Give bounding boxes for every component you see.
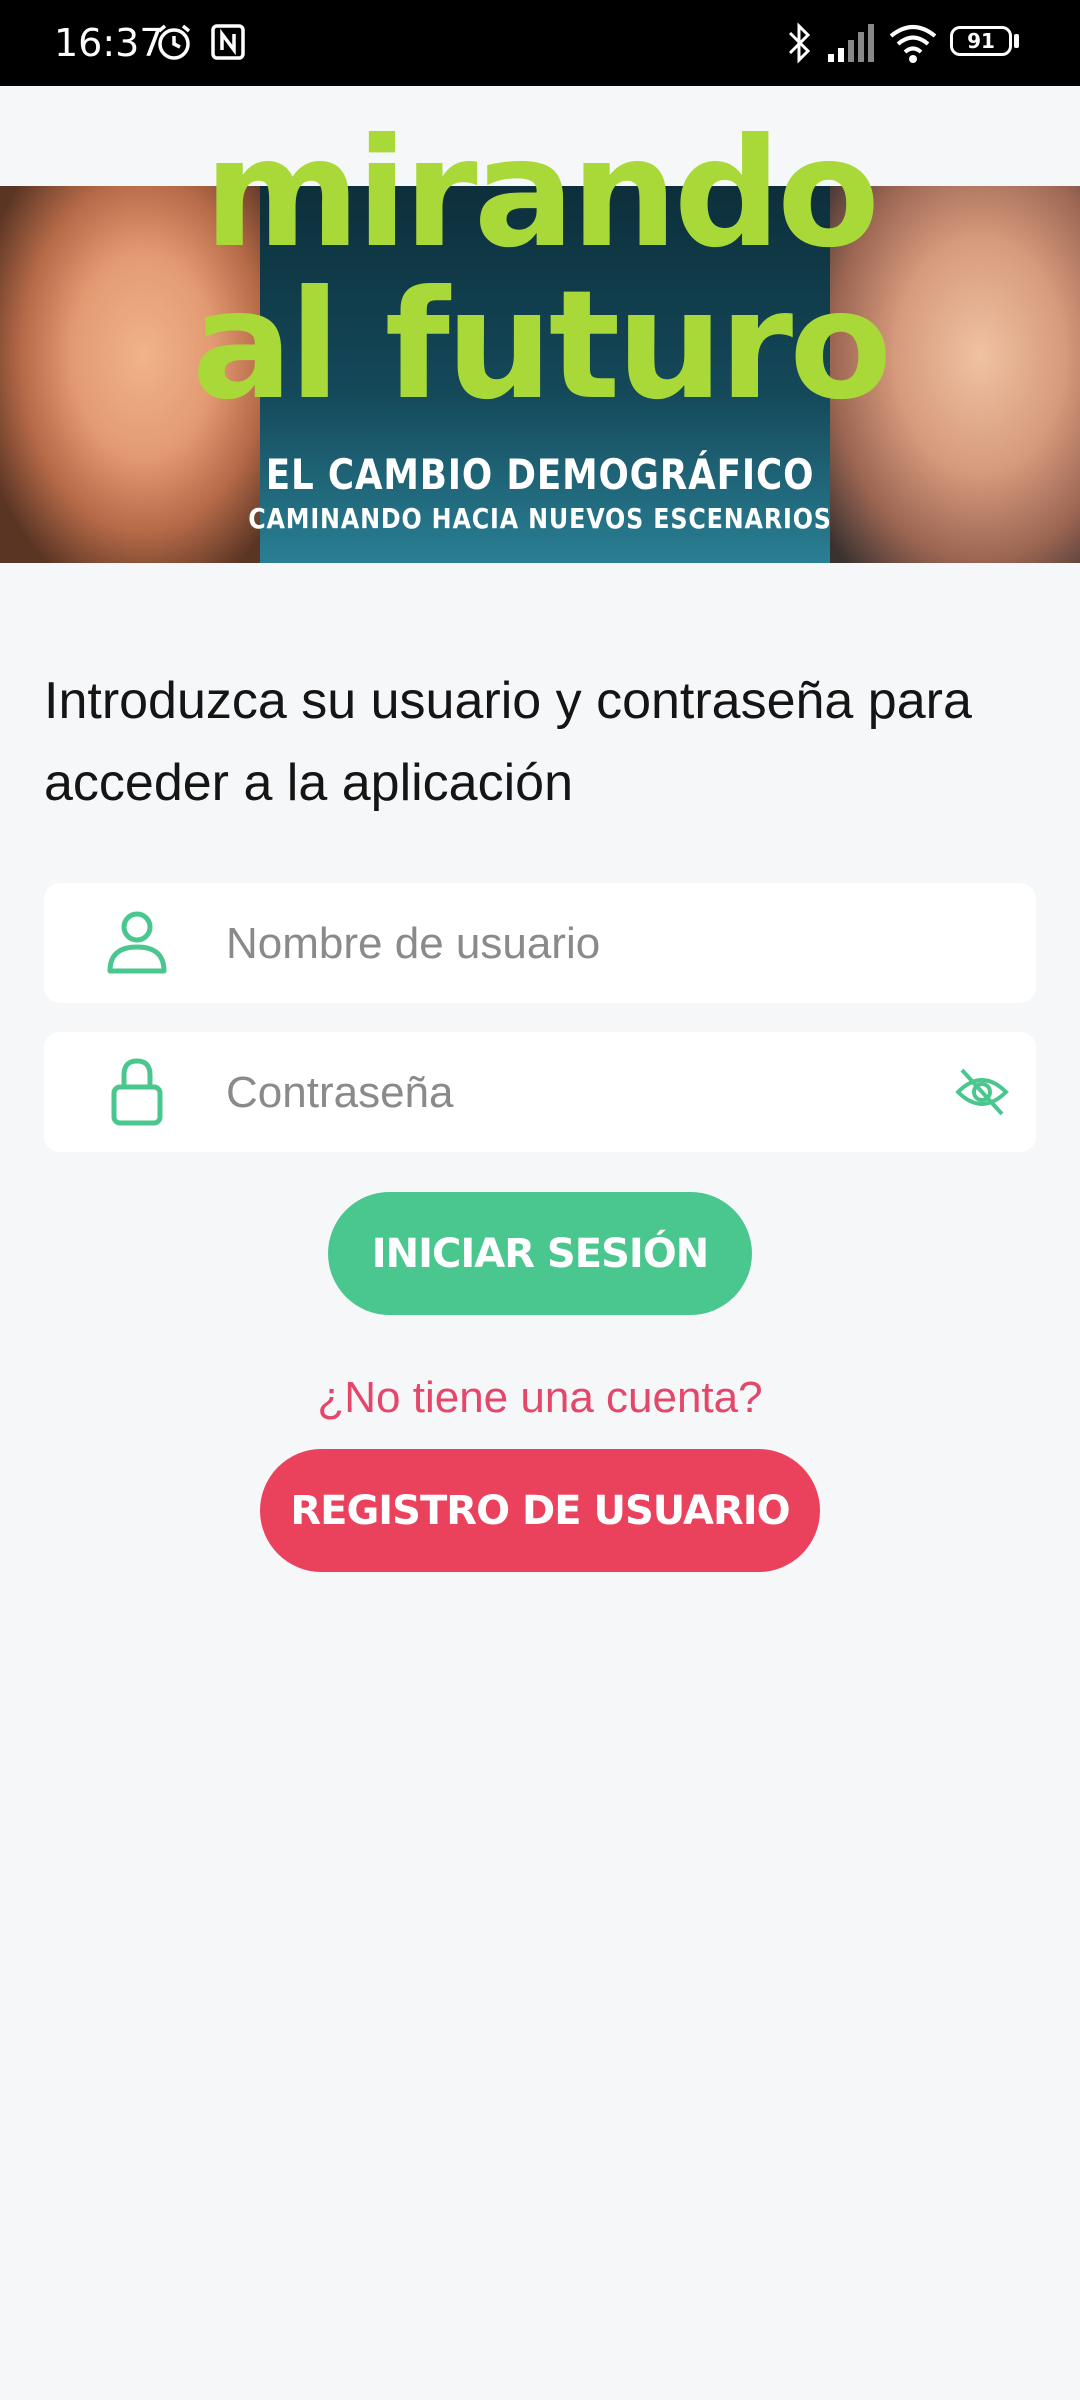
battery-level: 91	[967, 29, 995, 53]
banner-title-line2: al futuro	[191, 259, 892, 433]
username-input[interactable]	[224, 883, 928, 1005]
banner-image: mirando al futuro EL CAMBIO DEMOGRÁFICO …	[0, 114, 1080, 563]
signal-icon	[828, 24, 874, 62]
status-bar: 16:37 91	[0, 0, 1080, 86]
password-field[interactable]	[44, 1032, 1036, 1154]
alarm-icon	[157, 24, 191, 60]
wifi-icon	[889, 25, 937, 63]
battery-icon: 91	[950, 26, 1012, 56]
banner-subtitle: EL CAMBIO DEMOGRÁFICO	[265, 450, 815, 499]
no-account-prompt: ¿No tiene una cuenta?	[317, 1373, 763, 1422]
password-input[interactable]	[224, 1032, 928, 1154]
lock-icon	[111, 1058, 163, 1126]
battery-tip	[1014, 34, 1019, 48]
bluetooth-icon	[788, 22, 811, 64]
nfc-icon	[211, 24, 245, 60]
login-button[interactable]: INICIAR SESIÓN	[328, 1192, 752, 1315]
banner-title-line1: mirando	[203, 107, 880, 281]
user-icon	[107, 911, 167, 974]
username-field[interactable]	[44, 883, 1036, 1005]
register-button[interactable]: REGISTRO DE USUARIO	[260, 1449, 820, 1572]
login-instructions: Introduzca su usuario y contraseña para …	[44, 672, 972, 812]
status-time: 16:37	[54, 21, 164, 65]
banner-tagline: CAMINANDO HACIA NUEVOS ESCENARIOS	[248, 502, 832, 535]
toggle-password-visibility-icon[interactable]	[954, 1066, 1010, 1118]
